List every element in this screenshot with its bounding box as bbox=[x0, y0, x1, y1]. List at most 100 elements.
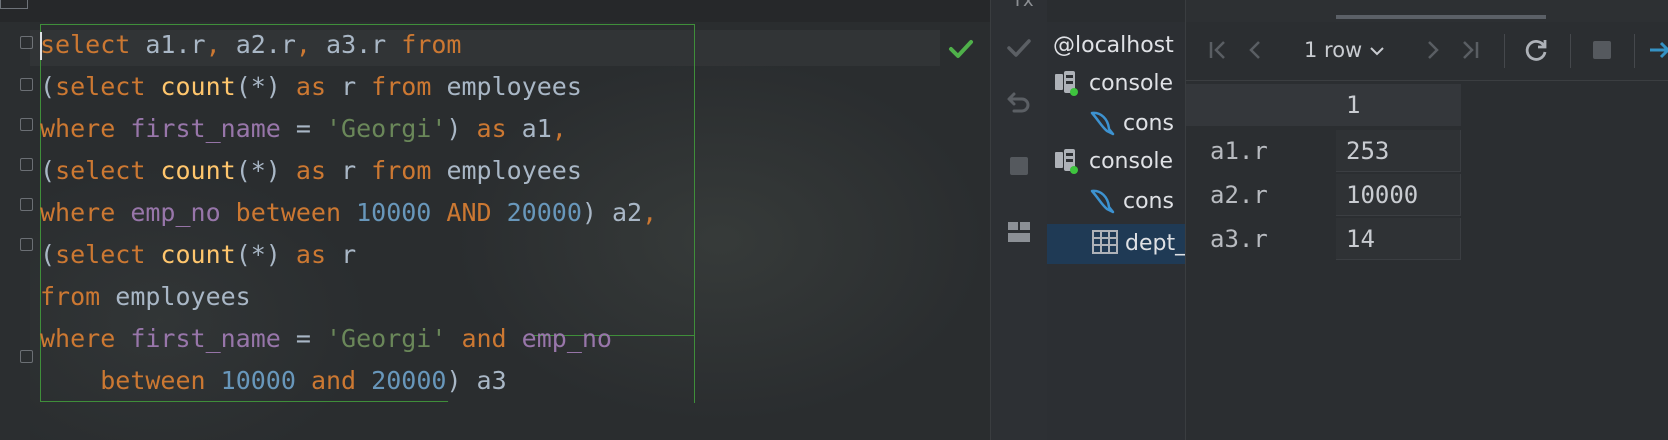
sql-function: count bbox=[160, 156, 236, 185]
code-line: where first_name = 'Georgi') as a1, bbox=[40, 108, 567, 150]
sql-function: count bbox=[160, 240, 236, 269]
console-db-icon bbox=[1055, 149, 1078, 174]
last-page-icon[interactable] bbox=[1456, 36, 1484, 64]
tree-item-table[interactable]: dept_ bbox=[1047, 224, 1185, 264]
sql-text: (*) bbox=[235, 240, 296, 269]
sql-text: ( bbox=[40, 72, 56, 101]
sql-text: ( bbox=[40, 156, 56, 185]
sql-text: ) bbox=[446, 114, 477, 143]
toolbar-separator bbox=[1504, 34, 1505, 68]
layout-icon[interactable] bbox=[1005, 218, 1033, 246]
sql-text: a1.r bbox=[130, 30, 206, 59]
sql-keyword: where bbox=[40, 198, 131, 227]
explorer-header bbox=[1047, 0, 1185, 22]
tx-mode-label[interactable]: Tx bbox=[1012, 0, 1034, 11]
fold-marker[interactable] bbox=[20, 238, 33, 251]
sql-text: ( bbox=[40, 240, 56, 269]
fold-marker[interactable] bbox=[20, 198, 33, 211]
stop-icon[interactable] bbox=[1005, 152, 1033, 180]
code-line: (select count(*) as r from employees bbox=[40, 150, 582, 192]
sql-text: = bbox=[280, 324, 326, 353]
sql-keyword: as bbox=[295, 72, 327, 101]
check-icon bbox=[949, 40, 973, 58]
results-toolbar: 1 row bbox=[1186, 22, 1668, 81]
row-header[interactable]: a3.r bbox=[1186, 218, 1336, 260]
editor-gutter bbox=[0, 22, 33, 440]
commit-check-icon[interactable] bbox=[1005, 34, 1033, 62]
sql-keyword: select bbox=[55, 156, 161, 185]
sql-keyword: select bbox=[40, 30, 131, 59]
row-header[interactable]: a1.r bbox=[1186, 130, 1336, 172]
sql-number: 10000 bbox=[220, 366, 296, 395]
sql-keyword: , bbox=[642, 198, 658, 227]
sql-text: = bbox=[280, 114, 326, 143]
tree-item-label: console bbox=[1089, 71, 1174, 96]
table-icon bbox=[1092, 230, 1118, 254]
first-page-icon[interactable] bbox=[1204, 36, 1232, 64]
tree-item-localhost[interactable]: @localhost bbox=[1053, 26, 1174, 66]
sql-keyword: as bbox=[476, 114, 507, 143]
sql-keyword: and bbox=[446, 324, 522, 353]
sql-text: ) a3 bbox=[446, 366, 507, 395]
sql-keyword: select bbox=[55, 240, 161, 269]
tree-item-console-file[interactable]: cons bbox=[1087, 182, 1174, 222]
column-header[interactable]: 1 bbox=[1336, 84, 1461, 126]
fold-marker[interactable] bbox=[20, 158, 33, 171]
code-line: where first_name = 'Georgi' and emp_no bbox=[40, 318, 612, 360]
fold-marker[interactable] bbox=[20, 78, 33, 91]
tree-item-label: cons bbox=[1123, 111, 1174, 136]
results-panel: 1 row 1 a1.r 253 a2.r 10000 a3.r 14 bbox=[1186, 0, 1668, 440]
sql-text: a3.r bbox=[310, 30, 402, 59]
table-cell[interactable]: 14 bbox=[1336, 218, 1461, 260]
sql-keyword: from bbox=[40, 282, 101, 311]
sql-column: first_name bbox=[130, 114, 281, 143]
chevron-down-icon bbox=[1370, 47, 1384, 56]
refresh-icon[interactable] bbox=[1522, 36, 1550, 64]
sql-text: r bbox=[326, 72, 372, 101]
table-cell[interactable]: 10000 bbox=[1336, 174, 1461, 216]
sql-keyword: between bbox=[220, 198, 357, 227]
sql-keyword: as bbox=[295, 240, 327, 269]
code-line: (select count(*) as r from employees bbox=[40, 66, 582, 108]
rollback-icon[interactable] bbox=[1005, 88, 1033, 116]
sql-text: ) a2 bbox=[581, 198, 643, 227]
tree-item-console[interactable]: console bbox=[1053, 64, 1173, 104]
sql-keyword: as bbox=[295, 156, 327, 185]
editor-tab-stub bbox=[0, 0, 28, 9]
text-caret bbox=[40, 32, 42, 60]
tree-item-console-file[interactable]: cons bbox=[1087, 104, 1174, 144]
tree-item-label: console bbox=[1089, 149, 1174, 174]
sql-column: first_name bbox=[130, 324, 281, 353]
code-line: where emp_no between 10000 AND 20000) a2… bbox=[40, 192, 657, 234]
fold-marker[interactable] bbox=[20, 350, 33, 363]
console-db-icon bbox=[1055, 71, 1078, 96]
arrow-right-icon[interactable] bbox=[1646, 36, 1668, 64]
transaction-toolstrip bbox=[990, 0, 1048, 440]
table-cell[interactable]: 253 bbox=[1336, 130, 1461, 172]
sql-keyword: select bbox=[55, 72, 161, 101]
results-tabs bbox=[1186, 0, 1668, 22]
code-line: select a1.r, a2.r, a3.r from bbox=[40, 24, 462, 66]
sql-column: emp_no bbox=[130, 198, 221, 227]
sql-keyword: , bbox=[551, 114, 567, 143]
prev-page-icon[interactable] bbox=[1242, 36, 1270, 64]
sql-keyword: AND bbox=[431, 198, 507, 227]
rows-count-label: 1 row bbox=[1304, 38, 1363, 62]
toolbar-separator bbox=[1570, 34, 1571, 68]
stop-icon[interactable] bbox=[1588, 36, 1616, 64]
sql-string: 'Georgi' bbox=[325, 324, 447, 353]
row-header[interactable]: a2.r bbox=[1186, 174, 1336, 216]
sql-text: (*) bbox=[235, 156, 296, 185]
toolbar-separator bbox=[1634, 34, 1635, 68]
tree-item-console[interactable]: console bbox=[1053, 142, 1173, 182]
rows-count-dropdown[interactable]: 1 row bbox=[1304, 36, 1385, 64]
sql-keyword: from bbox=[371, 156, 432, 185]
mysql-dolphin-icon bbox=[1090, 111, 1115, 136]
sql-editor[interactable]: select a1.r, a2.r, a3.r from (select cou… bbox=[0, 0, 990, 440]
fold-marker[interactable] bbox=[20, 118, 33, 131]
database-explorer: @localhost console cons console cons dep… bbox=[1047, 0, 1186, 440]
sql-function: count bbox=[160, 72, 236, 101]
next-page-icon[interactable] bbox=[1418, 36, 1446, 64]
sql-text: a1 bbox=[506, 114, 552, 143]
sql-keyword: , bbox=[295, 30, 311, 59]
